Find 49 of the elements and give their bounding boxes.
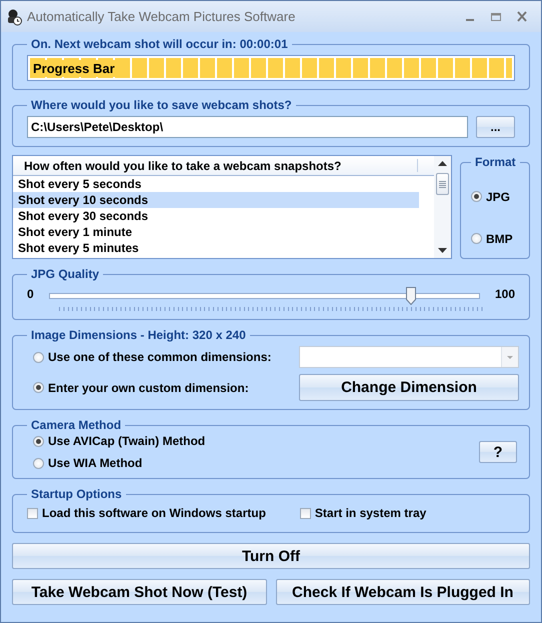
radio-indicator[interactable] <box>471 191 482 202</box>
turn-off-button[interactable]: Turn Off <box>12 543 530 569</box>
group-title: Where would you like to save webcam shots? <box>30 98 293 112</box>
group-title: JPG Quality <box>30 267 100 281</box>
browse-button[interactable]: ... <box>476 116 515 138</box>
radio-indicator[interactable] <box>33 382 44 393</box>
group-title: Format <box>474 155 517 169</box>
group-title: Startup Options <box>30 487 123 501</box>
progress-label: Progress Bar <box>31 60 117 77</box>
group-title: On. Next webcam shot will occur in: 00:00:01 <box>30 37 289 51</box>
group-title: Camera Method <box>30 418 122 432</box>
radio-label: Use WIA Method <box>48 456 142 470</box>
list-header: How often would you like to take a webcam snapshots? <box>13 156 434 176</box>
check-webcam-button[interactable]: Check If Webcam Is Plugged In <box>276 579 530 605</box>
radio-indicator[interactable] <box>33 458 44 468</box>
radio-label: BMP <box>486 232 513 246</box>
scroll-thumb[interactable] <box>436 173 449 195</box>
interval-list[interactable]: How often would you like to take a webcam snapshots? Shot every 5 seconds Shot every 10 seconds Shot every 30 seconds Shot every 1 minute Shot every 5 minutes <box>12 155 452 259</box>
radio-button[interactable]: Use WIA Method <box>33 456 206 470</box>
list-item[interactable]: Shot every 5 seconds <box>13 176 419 192</box>
slider-min-label: 0 <box>27 287 34 301</box>
list-item[interactable]: Shot every 30 seconds <box>13 208 419 224</box>
slider-track[interactable] <box>48 293 480 299</box>
radio-indicator[interactable] <box>33 352 44 362</box>
change-dimension-button[interactable]: Change Dimension <box>299 374 519 401</box>
radio-indicator[interactable] <box>471 233 482 244</box>
help-button[interactable]: ? <box>479 441 517 463</box>
list-item[interactable]: Shot every 1 minute <box>13 224 419 240</box>
radio-label: Enter your own custom dimension: <box>48 380 249 394</box>
radio-button[interactable]: JPG <box>471 190 521 204</box>
dimension-dropdown[interactable] <box>299 346 519 368</box>
test-shot-button[interactable]: Take Webcam Shot Now (Test) <box>12 579 266 605</box>
radio-label: JPG <box>486 190 510 204</box>
group-title: Image Dimensions - Height: 320 x 240 <box>30 328 247 342</box>
list-item[interactable]: Shot every 5 minutes <box>13 240 419 256</box>
radio-label: Use one of these common dimensions: <box>48 350 272 364</box>
radio-button[interactable]: BMP <box>471 232 521 246</box>
radio-indicator[interactable] <box>33 436 44 446</box>
checkbox-box[interactable] <box>27 508 38 518</box>
window-title: Automatically Take Webcam Pictures Software <box>27 9 296 24</box>
slider-max-label: 100 <box>494 287 515 301</box>
checkbox-box[interactable] <box>300 508 311 518</box>
slider-thumb[interactable] <box>406 287 416 305</box>
list-item[interactable]: Shot every 10 seconds <box>13 192 419 208</box>
app-icon <box>5 8 23 26</box>
radio-button[interactable]: Use one of these common dimensions: <box>33 350 299 364</box>
scrollbar[interactable] <box>434 156 451 258</box>
path-field[interactable]: C:\Users\Pete\Desktop\ <box>27 116 468 138</box>
radio-button[interactable]: Enter your own custom dimension: <box>33 380 299 394</box>
